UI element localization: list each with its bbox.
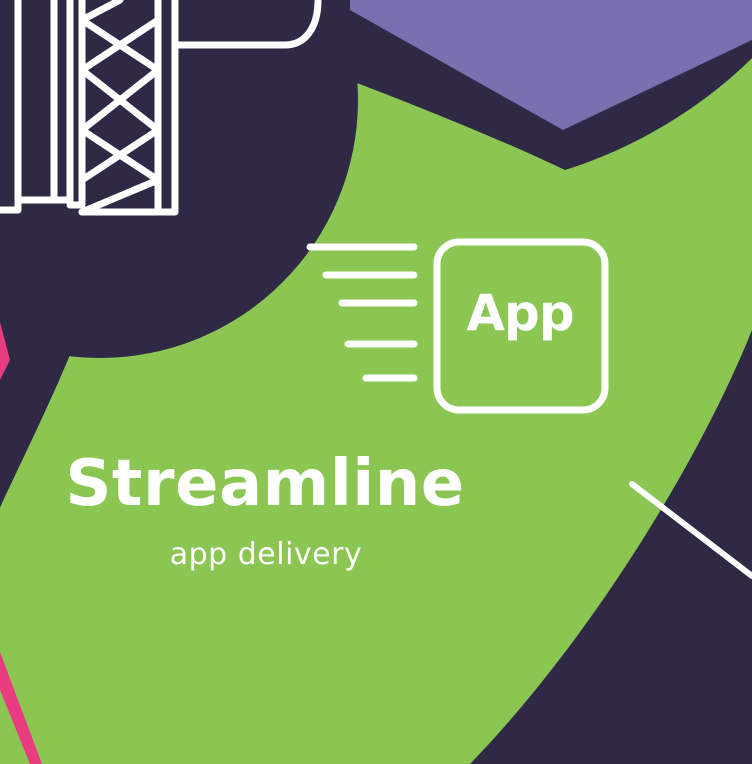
app-icon-label: App — [466, 284, 574, 342]
background-art — [0, 0, 752, 764]
headline: Streamline — [65, 447, 465, 521]
subline: app delivery — [169, 537, 363, 572]
diagonal-line — [629, 481, 752, 579]
promo-graphic: App Streamline app delivery — [0, 0, 752, 764]
